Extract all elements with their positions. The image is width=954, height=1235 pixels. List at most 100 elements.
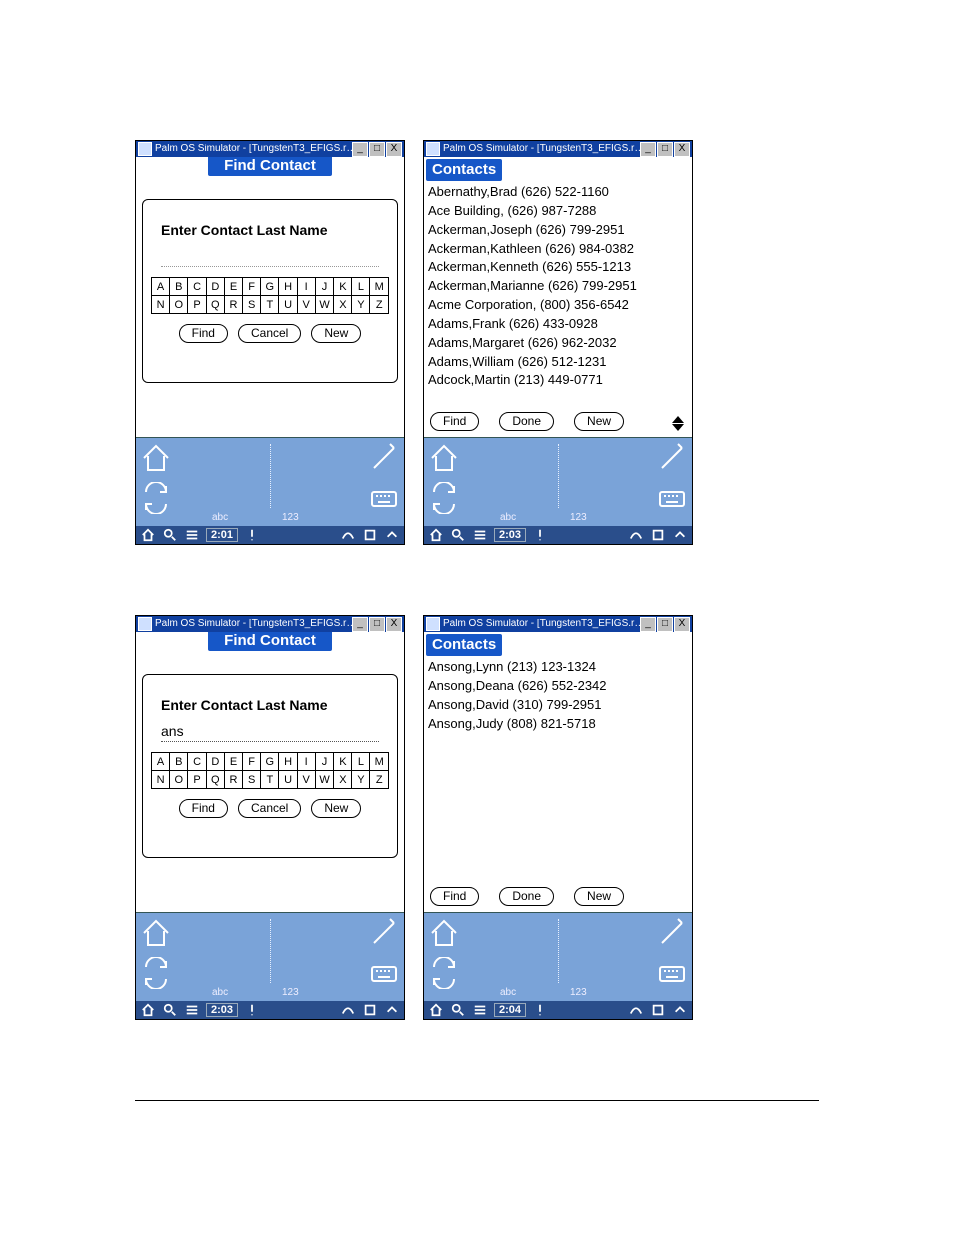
new-button[interactable]: New xyxy=(311,324,361,343)
kbd-key[interactable]: E xyxy=(224,753,242,771)
kbd-key[interactable]: O xyxy=(170,771,188,789)
new-button[interactable]: New xyxy=(311,799,361,818)
rotate-icon[interactable] xyxy=(650,1002,666,1018)
clock-label[interactable]: 2:03 xyxy=(494,528,526,542)
close-button[interactable]: X xyxy=(386,142,402,157)
find-button[interactable]: Find xyxy=(179,799,228,818)
list-item[interactable]: Acme Corporation, (800) 356-6542 xyxy=(428,296,688,315)
kbd-key[interactable]: E xyxy=(224,278,242,296)
list-item[interactable]: Adcock,Martin (213) 449-0771 xyxy=(428,371,688,390)
kbd-key[interactable]: G xyxy=(261,278,279,296)
menu-status-icon[interactable] xyxy=(472,1002,488,1018)
minimize-button[interactable]: _ xyxy=(352,142,368,157)
kbd-key[interactable]: J xyxy=(315,753,334,771)
home-icon[interactable] xyxy=(426,440,462,476)
search-status-icon[interactable] xyxy=(162,1002,178,1018)
list-item[interactable]: Adams,Margaret (626) 962-2032 xyxy=(428,334,688,353)
kbd-key[interactable]: B xyxy=(170,753,188,771)
list-item[interactable]: Ackerman,Marianne (626) 799-2951 xyxy=(428,277,688,296)
expand-icon[interactable] xyxy=(672,527,688,543)
home-status-icon[interactable] xyxy=(428,527,444,543)
keyboard-icon[interactable] xyxy=(366,480,402,516)
kbd-key[interactable]: U xyxy=(279,296,297,314)
alert-icon[interactable] xyxy=(532,1002,548,1018)
kbd-key[interactable]: L xyxy=(352,278,370,296)
kbd-key[interactable]: C xyxy=(188,278,206,296)
graffiti-toggle-icon[interactable] xyxy=(628,1002,644,1018)
kbd-key[interactable]: H xyxy=(279,278,297,296)
kbd-key[interactable]: V xyxy=(297,771,315,789)
close-button[interactable]: X xyxy=(674,617,690,632)
graffiti-panel[interactable]: abc 123 xyxy=(424,437,692,526)
kbd-key[interactable]: Z xyxy=(370,771,389,789)
home-icon[interactable] xyxy=(426,915,462,951)
maximize-button[interactable]: □ xyxy=(369,617,385,632)
sync-icon[interactable] xyxy=(138,480,174,516)
kbd-key[interactable]: P xyxy=(188,296,206,314)
clock-label[interactable]: 2:04 xyxy=(494,1003,526,1017)
clock-label[interactable]: 2:01 xyxy=(206,528,238,542)
close-button[interactable]: X xyxy=(386,617,402,632)
kbd-key[interactable]: M xyxy=(370,278,389,296)
cancel-button[interactable]: Cancel xyxy=(238,799,301,818)
list-item[interactable]: Ace Building, (626) 987-7288 xyxy=(428,202,688,221)
kbd-key[interactable]: T xyxy=(261,296,279,314)
done-button[interactable]: Done xyxy=(499,887,554,906)
list-item[interactable]: Ackerman,Kathleen (626) 984-0382 xyxy=(428,240,688,259)
kbd-key[interactable]: B xyxy=(170,278,188,296)
sync-icon[interactable] xyxy=(426,480,462,516)
rotate-icon[interactable] xyxy=(362,527,378,543)
window-titlebar[interactable]: Palm OS Simulator - [TungstenT3_EFIGS.r…… xyxy=(136,616,404,632)
lastname-input[interactable] xyxy=(161,248,379,267)
graffiti-panel[interactable]: abc 123 xyxy=(424,912,692,1001)
kbd-key[interactable]: D xyxy=(206,753,224,771)
menu-status-icon[interactable] xyxy=(472,527,488,543)
list-item[interactable]: Ackerman,Kenneth (626) 555-1213 xyxy=(428,258,688,277)
list-item[interactable]: Abernathy,Brad (626) 522-1160 xyxy=(428,183,688,202)
home-icon[interactable] xyxy=(138,915,174,951)
minimize-button[interactable]: _ xyxy=(352,617,368,632)
list-item[interactable]: Adams,Frank (626) 433-0928 xyxy=(428,315,688,334)
list-item[interactable]: Ansong,Lynn (213) 123-1324 xyxy=(428,658,688,677)
sync-icon[interactable] xyxy=(426,955,462,991)
kbd-key[interactable]: T xyxy=(261,771,279,789)
alert-icon[interactable] xyxy=(532,527,548,543)
menu-status-icon[interactable] xyxy=(184,527,200,543)
find-button[interactable]: Find xyxy=(430,412,479,431)
kbd-key[interactable]: F xyxy=(243,753,261,771)
maximize-button[interactable]: □ xyxy=(657,142,673,157)
rotate-icon[interactable] xyxy=(362,1002,378,1018)
keyboard-icon[interactable] xyxy=(654,955,690,991)
menu-status-icon[interactable] xyxy=(184,1002,200,1018)
graffiti-toggle-icon[interactable] xyxy=(628,527,644,543)
kbd-key[interactable]: S xyxy=(243,771,261,789)
kbd-key[interactable]: Z xyxy=(370,296,389,314)
list-item[interactable]: Ansong,David (310) 799-2951 xyxy=(428,696,688,715)
window-titlebar[interactable]: Palm OS Simulator - [TungstenT3_EFIGS.r…… xyxy=(136,141,404,157)
find-button[interactable]: Find xyxy=(430,887,479,906)
kbd-key[interactable]: N xyxy=(152,296,170,314)
clock-label[interactable]: 2:03 xyxy=(206,1003,238,1017)
kbd-key[interactable]: P xyxy=(188,771,206,789)
kbd-key[interactable]: A xyxy=(152,753,170,771)
close-button[interactable]: X xyxy=(674,142,690,157)
keyboard-icon[interactable] xyxy=(654,480,690,516)
cancel-button[interactable]: Cancel xyxy=(238,324,301,343)
maximize-button[interactable]: □ xyxy=(369,142,385,157)
scroll-down-icon[interactable] xyxy=(672,424,684,431)
graffiti-panel[interactable]: abc 123 xyxy=(136,912,404,1001)
kbd-key[interactable]: I xyxy=(297,753,315,771)
maximize-button[interactable]: □ xyxy=(657,617,673,632)
alert-icon[interactable] xyxy=(244,527,260,543)
kbd-key[interactable]: W xyxy=(315,296,334,314)
kbd-key[interactable]: A xyxy=(152,278,170,296)
kbd-key[interactable]: R xyxy=(224,296,242,314)
kbd-key[interactable]: Y xyxy=(352,296,370,314)
alert-icon[interactable] xyxy=(244,1002,260,1018)
keyboard-icon[interactable] xyxy=(366,955,402,991)
kbd-key[interactable]: X xyxy=(334,771,352,789)
kbd-key[interactable]: V xyxy=(297,296,315,314)
graffiti-toggle-icon[interactable] xyxy=(340,1002,356,1018)
home-icon[interactable] xyxy=(138,440,174,476)
minimize-button[interactable]: _ xyxy=(640,617,656,632)
